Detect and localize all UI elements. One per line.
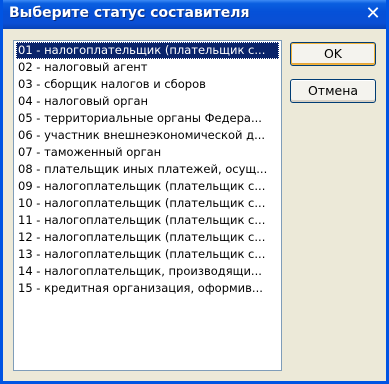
list-item[interactable]: 13 - налогоплательщик (плательщик с...	[16, 246, 279, 263]
list-item[interactable]: 12 - налогоплательщик (плательщик с...	[16, 229, 279, 246]
list-item[interactable]: 01 - налогоплательщик (плательщик с...	[16, 42, 279, 59]
list-item[interactable]: 05 - территориальные органы Федера...	[16, 110, 279, 127]
list-item[interactable]: 04 - налоговый орган	[16, 93, 279, 110]
status-listbox[interactable]: 01 - налогоплательщик (плательщик с... 0…	[13, 40, 282, 371]
close-icon[interactable]: ✕	[362, 3, 384, 25]
status-dialog: Выберите статус составителя ✕ 01 - налог…	[0, 0, 389, 384]
list-item[interactable]: 15 - кредитная организация, оформив...	[16, 280, 279, 297]
list-item[interactable]: 11 - налогоплательщик (плательщик с...	[16, 212, 279, 229]
title-bar[interactable]: Выберите статус составителя ✕	[3, 0, 386, 29]
cancel-button[interactable]: Отмена	[290, 79, 376, 103]
list-item[interactable]: 14 - налогоплательщик, производящи...	[16, 263, 279, 280]
ok-button[interactable]: OK	[290, 42, 376, 66]
list-item[interactable]: 08 - плательщик иных платежей, осущ...	[16, 161, 279, 178]
list-item[interactable]: 10 - налогоплательщик (плательщик с...	[16, 195, 279, 212]
list-item[interactable]: 07 - таможенный орган	[16, 144, 279, 161]
list-item[interactable]: 02 - налоговый агент	[16, 59, 279, 76]
list-item[interactable]: 06 - участник внешнеэкономической д...	[16, 127, 279, 144]
list-item[interactable]: 03 - сборщик налогов и сборов	[16, 76, 279, 93]
list-item[interactable]: 09 - налогоплательщик (плательщик с...	[16, 178, 279, 195]
dialog-title: Выберите статус составителя	[9, 5, 250, 21]
